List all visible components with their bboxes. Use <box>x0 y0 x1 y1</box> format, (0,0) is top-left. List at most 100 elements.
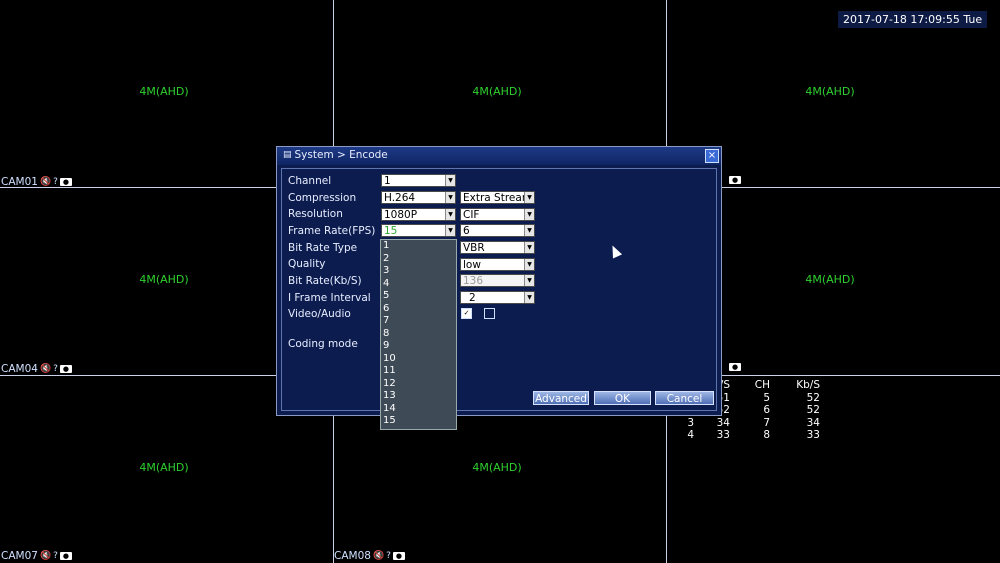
resolution-label: Resolution <box>288 208 343 220</box>
cam03-status: ● <box>729 176 741 184</box>
video-checkbox[interactable]: ✓ <box>461 308 472 319</box>
chevron-down-icon: ▼ <box>445 225 455 236</box>
bit-rate-type-label: Bit Rate Type <box>288 242 358 254</box>
channel-value: 1 <box>384 175 391 187</box>
audio-mute-icon: 🔇 <box>39 550 52 561</box>
chevron-down-icon: ▼ <box>445 175 455 186</box>
chevron-down-icon: ▼ <box>524 275 534 286</box>
cancel-button[interactable]: Cancel <box>655 391 714 405</box>
i-frame-interval-select[interactable]: 2 ▼ <box>460 291 535 304</box>
extra-stream-select[interactable]: Extra Stream ▼ <box>460 191 535 204</box>
bit-rate-label: Bit Rate(Kb/S) <box>288 275 362 287</box>
record-icon: ● <box>729 363 741 371</box>
stats-row: 3 34 7 34 <box>687 416 820 429</box>
extra-resolution-select[interactable]: CIF ▼ <box>460 208 535 221</box>
cam-name: CAM04 <box>1 363 38 375</box>
stats-header-kbs-2: Kb/S <box>796 379 820 392</box>
datetime-display: 2017-07-18 17:09:55 Tue <box>838 11 988 28</box>
help-icon: ? <box>53 363 58 374</box>
help-icon: ? <box>53 176 58 187</box>
list-item[interactable]: 7 <box>381 315 456 328</box>
cam06-status: ● <box>729 363 741 371</box>
list-item[interactable]: 15 <box>381 415 456 428</box>
bit-rate-select: 136 ▼ <box>460 274 535 287</box>
coding-mode-label: Coding mode <box>288 338 358 350</box>
compression-select[interactable]: H.264 ▼ <box>381 191 456 204</box>
list-item[interactable]: 10 <box>381 353 456 366</box>
quality-label: Quality <box>288 258 326 270</box>
resolution-value: 1080P <box>384 209 418 221</box>
extra-stream-value: Extra Stream <box>463 192 533 204</box>
frame-rate-label: Frame Rate(FPS) <box>288 225 376 237</box>
dialog-title: System > Encode <box>294 149 388 161</box>
help-icon: ? <box>53 550 58 561</box>
extra-resolution-value: CIF <box>463 209 480 221</box>
record-icon: ● <box>59 365 72 373</box>
chevron-down-icon: ▼ <box>524 225 534 236</box>
chevron-down-icon: ▼ <box>524 259 534 270</box>
chevron-down-icon: ▼ <box>524 209 534 220</box>
cell-1-resolution: 4M(AHD) <box>139 85 189 98</box>
video-audio-label: Video/Audio <box>288 308 351 320</box>
list-item[interactable]: 14 <box>381 403 456 416</box>
channel-select[interactable]: 1 ▼ <box>381 174 456 187</box>
list-item[interactable]: 6 <box>381 303 456 316</box>
record-icon: ● <box>59 178 72 186</box>
quality-value: low <box>463 259 481 271</box>
list-item[interactable]: 13 <box>381 390 456 403</box>
help-icon: ? <box>386 550 391 561</box>
cell-7-resolution: 4M(AHD) <box>139 461 189 474</box>
stats-row: 4 33 8 33 <box>687 429 820 442</box>
extra-frame-rate-value: 6 <box>463 225 470 237</box>
chevron-down-icon: ▼ <box>524 242 534 253</box>
list-item[interactable]: 2 <box>381 253 456 266</box>
chevron-down-icon: ▼ <box>524 192 534 203</box>
stats-header-ch: CH <box>754 379 770 392</box>
resolution-select[interactable]: 1080P ▼ <box>381 208 456 221</box>
cell-3-resolution: 4M(AHD) <box>805 85 855 98</box>
dialog-titlebar[interactable]: ▤ System > Encode × <box>277 147 721 165</box>
list-item[interactable]: 11 <box>381 365 456 378</box>
frame-rate-dropdown-list[interactable]: 1 2 3 4 5 6 7 8 9 10 11 12 13 14 15 <box>380 239 457 430</box>
bit-rate-type-select[interactable]: VBR ▼ <box>460 241 535 254</box>
audio-mute-icon: 🔇 <box>39 363 52 374</box>
cam07-label: CAM07 🔇 ? ● <box>1 550 72 562</box>
cell-8-resolution: 4M(AHD) <box>472 461 522 474</box>
list-item[interactable]: 1 <box>381 240 456 253</box>
list-item[interactable]: 8 <box>381 328 456 341</box>
frame-rate-value: 15 <box>384 225 398 237</box>
cell-2-resolution: 4M(AHD) <box>472 85 522 98</box>
i-frame-interval-label: I Frame Interval <box>288 292 371 304</box>
cam04-label: CAM04 🔇 ? ● <box>1 363 72 375</box>
cam-name: CAM01 <box>1 176 38 188</box>
list-item[interactable]: 4 <box>381 278 456 291</box>
bit-rate-type-value: VBR <box>463 242 485 254</box>
record-icon: ● <box>59 552 72 560</box>
frame-rate-select[interactable]: 15 ▼ <box>381 224 456 237</box>
settings-icon: ▤ <box>283 150 292 160</box>
audio-mute-icon: 🔇 <box>39 176 52 187</box>
compression-label: Compression <box>288 192 357 204</box>
list-item[interactable]: 3 <box>381 265 456 278</box>
extra-frame-rate-select[interactable]: 6 ▼ <box>460 224 535 237</box>
list-item[interactable]: 12 <box>381 378 456 391</box>
cam01-label: CAM01 🔇 ? ● <box>1 176 72 188</box>
cam-name: CAM08 <box>334 550 371 562</box>
list-item[interactable]: 5 <box>381 290 456 303</box>
audio-checkbox[interactable] <box>484 308 495 319</box>
audio-mute-icon: 🔇 <box>372 550 385 561</box>
chevron-down-icon: ▼ <box>445 209 455 220</box>
cell-4-resolution: 4M(AHD) <box>139 273 189 286</box>
quality-select[interactable]: low ▼ <box>460 258 535 271</box>
i-frame-interval-value: 2 <box>469 292 476 304</box>
close-button[interactable]: × <box>705 149 719 163</box>
cam08-label: CAM08 🔇 ? ● <box>334 550 405 562</box>
chevron-down-icon: ▼ <box>445 192 455 203</box>
ok-button[interactable]: OK <box>594 391 651 405</box>
record-icon: ● <box>392 552 405 560</box>
cam-name: CAM07 <box>1 550 38 562</box>
list-item[interactable]: 9 <box>381 340 456 353</box>
cell-6-resolution: 4M(AHD) <box>805 273 855 286</box>
bit-rate-value: 136 <box>463 275 484 287</box>
advanced-button[interactable]: Advanced <box>533 391 589 405</box>
